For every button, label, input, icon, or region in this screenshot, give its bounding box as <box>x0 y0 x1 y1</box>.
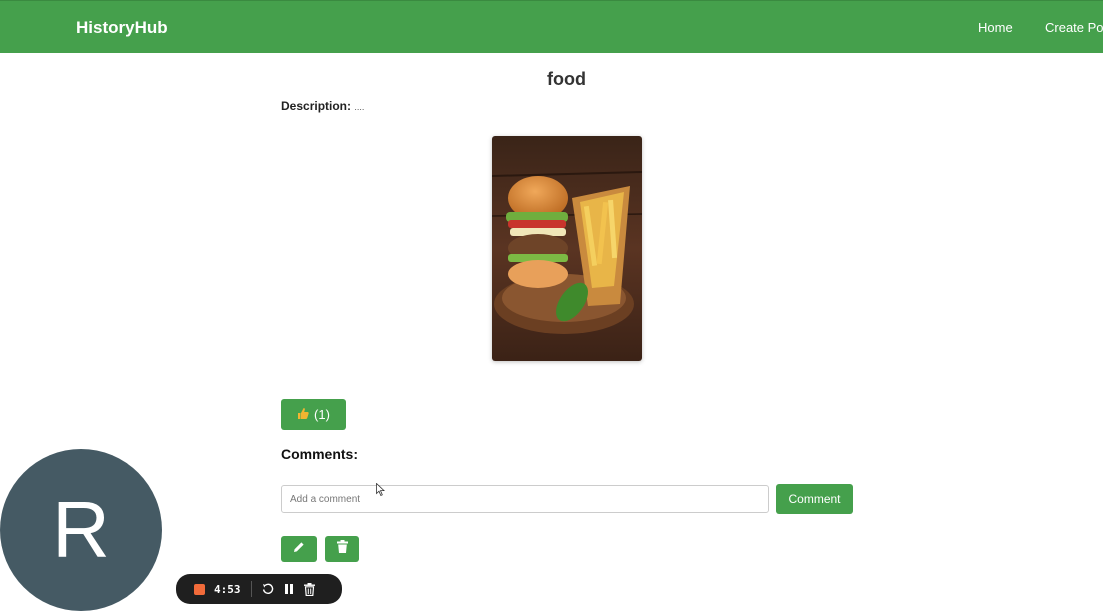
avatar-initial: R <box>52 485 110 574</box>
post-title: food <box>547 69 586 89</box>
pause-icon[interactable] <box>284 583 294 595</box>
nav-create-post-link[interactable]: Create Pos <box>1045 20 1103 35</box>
nav-home-link[interactable]: Home <box>978 20 1013 35</box>
edit-post-button[interactable] <box>281 536 317 562</box>
brand-logo[interactable]: HistoryHub <box>76 18 168 38</box>
comment-input[interactable] <box>281 485 769 513</box>
trash-icon <box>336 540 348 558</box>
screen-recorder-toolbar: 4:53 <box>176 574 342 604</box>
pencil-icon <box>293 540 305 558</box>
delete-post-button[interactable] <box>325 536 359 562</box>
comment-submit-button[interactable]: Comment <box>776 484 853 514</box>
like-count: (1) <box>314 407 330 422</box>
recording-time: 4:53 <box>214 582 241 596</box>
toolbar-divider <box>250 581 252 597</box>
discard-recording-icon[interactable] <box>303 582 315 596</box>
navbar: HistoryHub Home Create Pos <box>0 0 1103 53</box>
comments-heading: Comments: <box>281 446 359 462</box>
avatar: R <box>0 449 162 611</box>
description-label: Description: <box>281 99 352 113</box>
thumbs-up-icon <box>297 407 309 423</box>
description-value: .... <box>354 102 365 112</box>
mouse-cursor-icon <box>376 483 386 497</box>
stop-recording-icon[interactable] <box>194 583 205 595</box>
like-button[interactable]: (1) <box>281 399 346 430</box>
restart-icon[interactable] <box>262 583 274 595</box>
post-description: Description: .... <box>281 99 364 113</box>
post-image <box>492 136 642 361</box>
